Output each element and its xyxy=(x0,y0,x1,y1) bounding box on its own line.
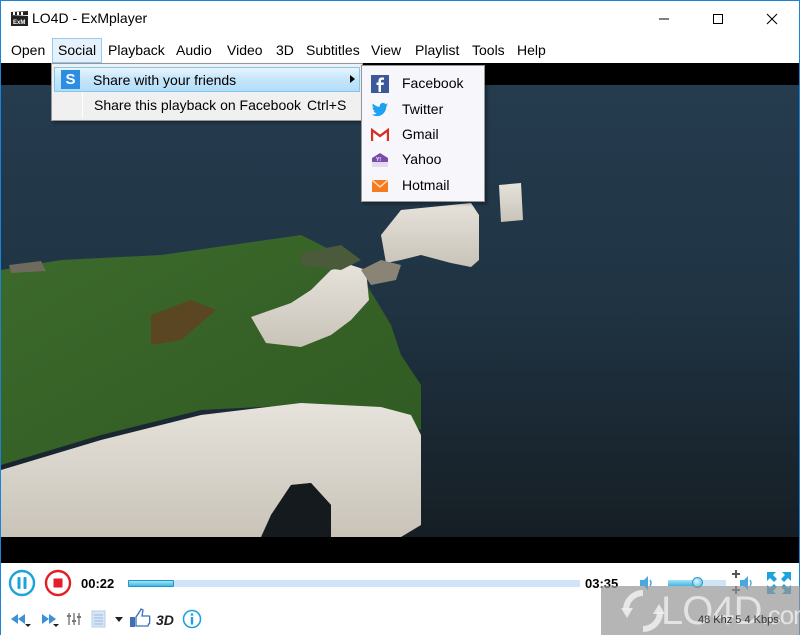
watermark-logo-icon xyxy=(621,590,665,632)
rewind-button[interactable] xyxy=(9,611,31,627)
submenu-item-twitter[interactable]: Twitter xyxy=(362,97,484,122)
twitter-icon xyxy=(371,102,388,117)
close-icon xyxy=(766,13,778,25)
menu-item-label: Share with your friends xyxy=(93,72,237,88)
menu-3d[interactable]: 3D xyxy=(271,38,299,63)
like-button[interactable] xyxy=(129,608,151,628)
title-bar: ExM LO4D - ExMplayer xyxy=(1,1,799,37)
minimize-icon xyxy=(659,18,669,20)
svg-text:Y!: Y! xyxy=(376,157,381,163)
playlist-button[interactable] xyxy=(91,610,107,628)
3d-button[interactable]: 3D xyxy=(156,612,174,628)
menu-social[interactable]: Social xyxy=(52,38,103,63)
facebook-icon xyxy=(371,75,389,93)
menu-subtitles[interactable]: Subtitles xyxy=(301,38,365,63)
share-s-icon: S xyxy=(61,70,80,89)
submenu-arrow-icon xyxy=(350,75,355,83)
menu-view[interactable]: View xyxy=(366,38,406,63)
menu-item-share-on-facebook[interactable]: Share this playback on Facebook Ctrl+S xyxy=(54,93,360,118)
seek-bar-progress xyxy=(128,580,175,587)
menu-playlist[interactable]: Playlist xyxy=(410,38,464,63)
submenu-item-yahoo[interactable]: Y! Yahoo xyxy=(362,147,484,172)
stop-button[interactable] xyxy=(44,569,72,597)
yahoo-icon: Y! xyxy=(372,153,388,167)
submenu-item-label: Gmail xyxy=(402,126,439,142)
equalizer-button[interactable] xyxy=(66,611,82,627)
menu-bar: Open Social Playback Audio Video 3D Subt… xyxy=(1,38,799,63)
submenu-item-label: Hotmail xyxy=(402,177,450,193)
gmail-icon xyxy=(371,127,389,141)
submenu-item-hotmail[interactable]: Hotmail xyxy=(362,173,484,198)
maximize-button[interactable] xyxy=(695,1,741,37)
seek-bar[interactable] xyxy=(128,580,580,587)
app-logo-icon: ExM xyxy=(11,11,28,26)
submenu-item-facebook[interactable]: Facebook xyxy=(362,71,484,96)
svg-text:ExM: ExM xyxy=(13,20,25,26)
share-submenu: Facebook Twitter Gmail Y! Yahoo Hotmail xyxy=(361,65,485,202)
playlist-dropdown-arrow-icon[interactable] xyxy=(114,615,124,623)
submenu-item-gmail[interactable]: Gmail xyxy=(362,122,484,147)
maximize-icon xyxy=(713,14,723,24)
menu-item-share-with-friends[interactable]: S Share with your friends xyxy=(54,67,360,92)
close-button[interactable] xyxy=(749,1,795,37)
submenu-item-label: Facebook xyxy=(402,75,464,91)
menu-audio[interactable]: Audio xyxy=(171,38,217,63)
minimize-button[interactable] xyxy=(641,1,687,37)
fast-forward-button[interactable] xyxy=(39,611,61,627)
menu-playback[interactable]: Playback xyxy=(103,38,170,63)
app-window: ExM LO4D - ExMplayer Open Social Playbac… xyxy=(0,0,800,635)
menu-item-label: Share this playback on Facebook xyxy=(94,97,302,113)
pause-button[interactable] xyxy=(8,569,36,597)
hotmail-icon xyxy=(371,179,389,192)
menu-tools[interactable]: Tools xyxy=(467,38,510,63)
menu-item-shortcut: Ctrl+S xyxy=(307,97,347,113)
info-button[interactable] xyxy=(182,609,202,629)
menu-open[interactable]: Open xyxy=(6,38,50,63)
watermark-brand: LO4D xyxy=(661,589,762,633)
audio-info: 48 Khz 5 4 Kbps xyxy=(698,614,779,626)
menu-video[interactable]: Video xyxy=(222,38,268,63)
elapsed-time: 00:22 xyxy=(81,576,115,591)
menu-help[interactable]: Help xyxy=(512,38,551,63)
submenu-item-label: Twitter xyxy=(402,101,444,117)
social-menu-dropdown: S Share with your friends Share this pla… xyxy=(51,63,363,121)
window-title: LO4D - ExMplayer xyxy=(32,10,148,26)
watermark-text: LO4D.com xyxy=(661,589,800,634)
submenu-item-label: Yahoo xyxy=(402,151,442,167)
